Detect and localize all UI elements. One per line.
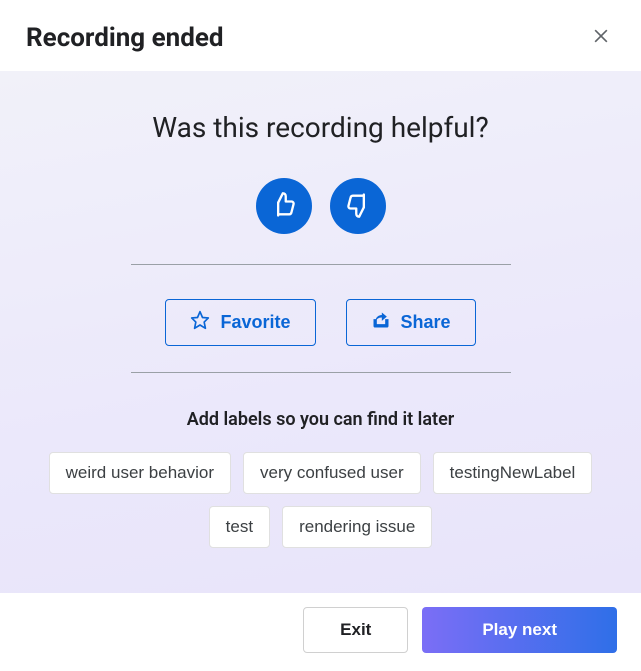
divider xyxy=(131,264,511,265)
modal-header: Recording ended xyxy=(0,0,641,71)
favorite-button[interactable]: Favorite xyxy=(165,299,315,346)
feedback-buttons xyxy=(256,178,386,234)
thumbs-up-icon xyxy=(270,191,298,222)
star-icon xyxy=(190,310,210,335)
label-chip[interactable]: weird user behavior xyxy=(49,452,231,494)
modal-footer: Exit Play next xyxy=(0,593,641,671)
feedback-question: Was this recording helpful? xyxy=(152,111,488,144)
divider xyxy=(131,372,511,373)
label-chip[interactable]: testingNewLabel xyxy=(433,452,593,494)
modal-title: Recording ended xyxy=(26,23,224,53)
labels-heading: Add labels so you can find it later xyxy=(187,409,455,430)
close-icon xyxy=(591,26,611,49)
modal-content: Was this recording helpful? xyxy=(0,71,641,593)
label-chip[interactable]: test xyxy=(209,506,270,548)
share-button[interactable]: Share xyxy=(346,299,476,346)
actions-row: Favorite Share xyxy=(165,299,475,346)
share-icon xyxy=(371,310,391,335)
share-label: Share xyxy=(401,312,451,333)
thumbs-down-button[interactable] xyxy=(330,178,386,234)
label-chip[interactable]: rendering issue xyxy=(282,506,432,548)
exit-button[interactable]: Exit xyxy=(303,607,408,653)
thumbs-up-button[interactable] xyxy=(256,178,312,234)
play-next-button[interactable]: Play next xyxy=(422,607,617,653)
thumbs-down-icon xyxy=(344,191,372,222)
label-chip[interactable]: very confused user xyxy=(243,452,421,494)
close-button[interactable] xyxy=(587,22,615,53)
recording-ended-modal: Recording ended Was this recording helpf… xyxy=(0,0,641,671)
favorite-label: Favorite xyxy=(220,312,290,333)
labels-container: weird user behavior very confused user t… xyxy=(28,452,613,548)
